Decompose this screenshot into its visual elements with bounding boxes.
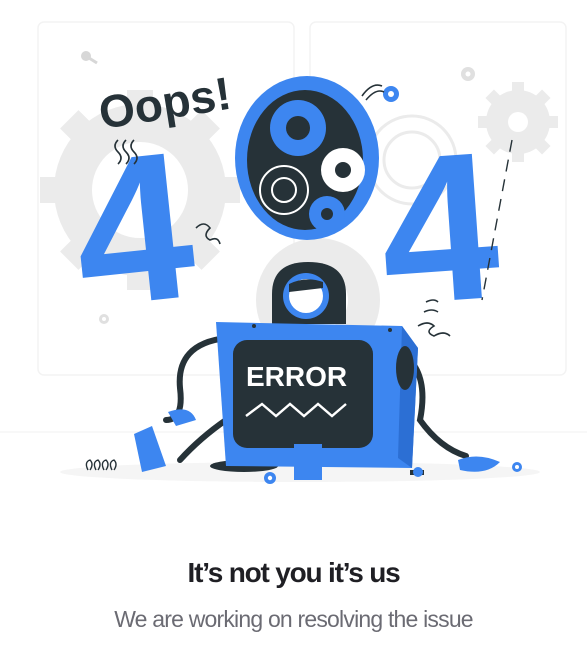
gear-icon bbox=[321, 148, 365, 192]
robot-hand-left bbox=[168, 409, 196, 426]
error-subtitle: We are working on resolving the issue bbox=[114, 606, 473, 632]
screen-error-text: ERROR bbox=[246, 361, 347, 392]
gear-icon bbox=[309, 196, 345, 232]
digit-four-left: 4 bbox=[63, 106, 204, 352]
robot-block bbox=[294, 444, 322, 480]
gear-icon bbox=[270, 100, 326, 156]
zero-gear-window bbox=[235, 76, 379, 240]
nut-icon bbox=[264, 472, 276, 484]
digit-four-right: 4 bbox=[372, 107, 505, 350]
nut-icon bbox=[461, 67, 475, 81]
error-headline: It’s not you it’s us bbox=[187, 557, 401, 588]
error-404-illustration: Oops! 4 4 ERROR bbox=[0, 21, 587, 484]
nut-icon bbox=[512, 462, 522, 472]
robot-head bbox=[272, 262, 346, 324]
